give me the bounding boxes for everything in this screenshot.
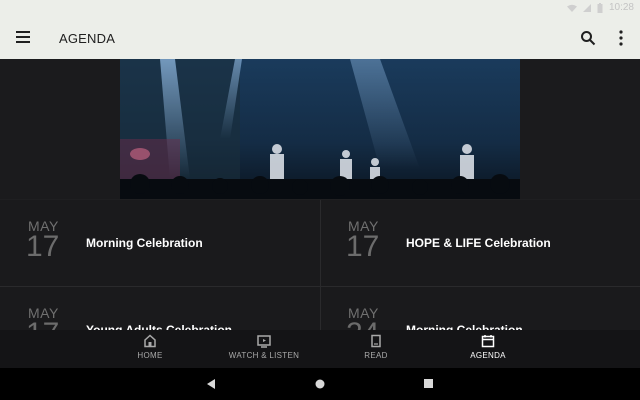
- nav-watch-listen[interactable]: WATCH & LISTEN: [204, 334, 324, 366]
- event-title: HOPE & LIFE Celebration: [406, 236, 551, 250]
- nav-home[interactable]: HOME: [90, 334, 210, 366]
- hero-area: [0, 59, 640, 199]
- nav-read[interactable]: READ: [316, 334, 436, 366]
- book-icon: [371, 334, 381, 348]
- more-options-icon[interactable]: [618, 30, 624, 46]
- back-icon[interactable]: [207, 379, 216, 389]
- hero-image[interactable]: [120, 59, 520, 199]
- nav-label: HOME: [137, 351, 163, 360]
- nav-agenda[interactable]: AGENDA: [428, 334, 548, 366]
- home-system-icon[interactable]: [315, 379, 325, 389]
- battery-icon: [597, 2, 603, 13]
- page-title: AGENDA: [59, 31, 116, 46]
- search-icon[interactable]: [580, 30, 596, 46]
- grid-divider: [320, 200, 321, 330]
- app-bar: AGENDA: [0, 18, 640, 59]
- event-day: 17: [26, 230, 60, 263]
- menu-icon[interactable]: [16, 31, 30, 43]
- bottom-navigation: HOME WATCH & LISTEN READ AGENDA: [0, 330, 640, 368]
- event-card[interactable]: MAY 17 Morning Celebration: [0, 200, 320, 287]
- wifi-icon: [566, 4, 577, 12]
- system-navigation-bar: [0, 368, 640, 400]
- nav-label: WATCH & LISTEN: [228, 351, 300, 360]
- nav-label: READ: [364, 351, 388, 360]
- status-bar: 10:28: [0, 0, 640, 18]
- event-day: 17: [346, 230, 380, 263]
- recents-icon[interactable]: [424, 379, 433, 388]
- home-icon: [144, 334, 156, 348]
- tv-icon: [257, 335, 271, 348]
- status-time: 10:28: [608, 2, 634, 13]
- status-icons: 10:28: [566, 2, 634, 13]
- event-card[interactable]: MAY 17 HOPE & LIFE Celebration: [321, 200, 640, 287]
- signal-icon: [582, 3, 591, 12]
- nav-label: AGENDA: [470, 351, 506, 360]
- calendar-icon: [481, 335, 495, 348]
- event-title: Morning Celebration: [86, 236, 203, 250]
